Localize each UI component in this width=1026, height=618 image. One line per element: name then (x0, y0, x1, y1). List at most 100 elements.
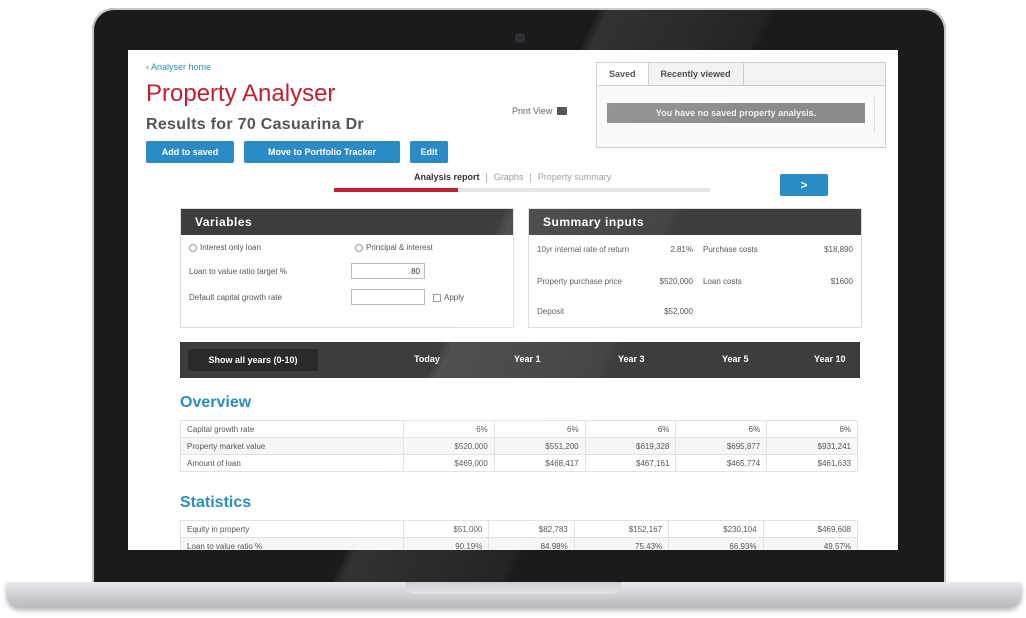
table-row: Property market value $520,000 $551,200 $61… (180, 437, 858, 455)
tab-graphs[interactable]: Graphs (494, 172, 524, 182)
row-value: $619,328 (584, 437, 677, 455)
overview-table: Capital growth rate 6% 6% 6% 6% 6% Property ma… (180, 420, 858, 472)
row-value: $469,000 (403, 454, 495, 472)
summary-value: $18,890 (824, 245, 853, 254)
saved-scrollbar[interactable] (874, 97, 881, 133)
year-header: Year 10 (814, 354, 846, 364)
year-header: Year 1 (514, 354, 541, 364)
print-view-label: Print View (512, 106, 553, 116)
year-header: Year 5 (722, 354, 749, 364)
variables-card: Variables Interest only loan Principal &… (180, 208, 514, 328)
tab-separator: | (485, 172, 488, 182)
edit-button[interactable]: Edit (410, 141, 448, 163)
tab-separator: | (529, 172, 532, 182)
row-value: $230,104 (668, 520, 764, 538)
row-value: 49.57% (762, 537, 859, 550)
back-link[interactable]: ‹ Analyser home (146, 62, 211, 72)
row-value: 6% (675, 420, 768, 438)
row-value: $695,877 (675, 437, 768, 455)
row-label: Amount of loan (180, 454, 404, 472)
add-to-saved-button[interactable]: Add to saved (146, 141, 234, 163)
statistics-title: Statistics (180, 494, 252, 511)
row-value: 84.98% (488, 537, 575, 550)
laptop-notch (405, 582, 621, 594)
table-row: Loan to value ratio % 90.19% 84.98% 75.43% 6… (180, 537, 859, 550)
print-view-link[interactable]: Print View (512, 106, 568, 116)
saved-tabs: Saved Recently viewed (597, 63, 885, 86)
tab-analysis-report[interactable]: Analysis report (414, 172, 480, 182)
report-progress-bar (334, 188, 710, 192)
table-row: Amount of loan $469,000 $468,417 $467,161 $4… (180, 454, 858, 472)
interest-only-label: Interest only loan (200, 243, 261, 252)
page-title: Property Analyser (146, 80, 336, 107)
summary-label: 10yr internal rate of return (537, 245, 630, 254)
row-value: $931,241 (766, 437, 858, 455)
row-value: 6% (403, 420, 495, 438)
row-value: 90.19% (402, 537, 490, 550)
table-row: Equity in property $51,000 $82,783 $152,167… (180, 520, 859, 538)
summary-title: Summary inputs (529, 209, 861, 235)
row-label: Property market value (180, 437, 404, 455)
row-value: $465,774 (675, 454, 768, 472)
tab-property-summary[interactable]: Property summary (538, 172, 612, 182)
interest-only-radio[interactable]: Interest only loan (189, 243, 261, 252)
summary-label: Purchase costs (703, 245, 758, 254)
row-value: $152,167 (573, 520, 670, 538)
apply-checkbox[interactable]: Apply (433, 293, 464, 302)
year-header: Today (414, 354, 440, 364)
summary-value: $520,000 (659, 277, 693, 286)
growth-label: Default capital growth rate (189, 293, 282, 302)
growth-input[interactable] (351, 289, 425, 305)
printer-icon (557, 107, 568, 115)
summary-card: Summary inputs 10yr internal rate of ret… (528, 208, 862, 328)
row-value: $551,200 (493, 437, 586, 455)
summary-value: $52,000 (664, 307, 693, 316)
report-tabs: Analysis report | Graphs | Property summ… (414, 172, 611, 182)
move-to-portfolio-button[interactable]: Move to Portfolio Tracker (244, 141, 400, 163)
row-value: $51,000 (402, 520, 490, 538)
row-value: 6% (584, 420, 677, 438)
summary-value: $1600 (830, 277, 853, 286)
overview-title: Overview (180, 394, 252, 411)
table-row: Capital growth rate 6% 6% 6% 6% 6% (180, 420, 858, 438)
row-value: $82,783 (488, 520, 575, 538)
report-progress-fill (334, 188, 459, 192)
back-link-label: Analyser home (151, 62, 212, 72)
row-value: $520,000 (403, 437, 495, 455)
row-value: $469,608 (762, 520, 859, 538)
row-value: 6% (766, 420, 858, 438)
show-all-years-button[interactable]: Show all years (0-10) (188, 349, 318, 371)
camera-icon (516, 34, 524, 42)
lvr-label: Loan to value ratio target % (189, 267, 287, 276)
row-value: $461,633 (766, 454, 858, 472)
row-value: $468,417 (493, 454, 586, 472)
lvr-input[interactable]: 80 (351, 263, 425, 279)
row-label: Capital growth rate (180, 420, 404, 438)
saved-empty-message: You have no saved property analysis. (607, 103, 865, 123)
radio-icon (189, 243, 197, 252)
saved-panel: Saved Recently viewed You have no saved … (596, 62, 886, 148)
row-label: Loan to value ratio % (180, 537, 404, 550)
next-button[interactable]: > (780, 174, 828, 196)
year-header: Year 3 (618, 354, 645, 364)
row-value: 66.93% (668, 537, 764, 550)
row-label: Equity in property (180, 520, 404, 538)
summary-label: Property purchase price (537, 277, 622, 286)
variables-title: Variables (181, 209, 513, 235)
summary-label: Deposit (537, 307, 565, 316)
years-header-bar: Show all years (0-10) Today Year 1 Year … (180, 342, 860, 378)
principal-interest-label: Principal & interest (366, 243, 433, 252)
row-value: 6% (493, 420, 586, 438)
summary-value: 2.81% (670, 245, 693, 254)
radio-icon (355, 243, 363, 252)
statistics-table: Equity in property $51,000 $82,783 $152,167… (180, 520, 859, 550)
checkbox-icon (433, 293, 441, 302)
tab-recently-viewed[interactable]: Recently viewed (649, 63, 744, 85)
tab-saved[interactable]: Saved (597, 63, 649, 85)
principal-interest-radio[interactable]: Principal & interest (355, 243, 433, 252)
app-screen: ‹ Analyser home Property Analyser Result… (128, 50, 898, 550)
summary-label: Loan costs (703, 277, 742, 286)
row-value: $467,161 (584, 454, 677, 472)
page-subtitle: Results for 70 Casuarina Dr (146, 116, 364, 133)
apply-label: Apply (444, 293, 465, 302)
